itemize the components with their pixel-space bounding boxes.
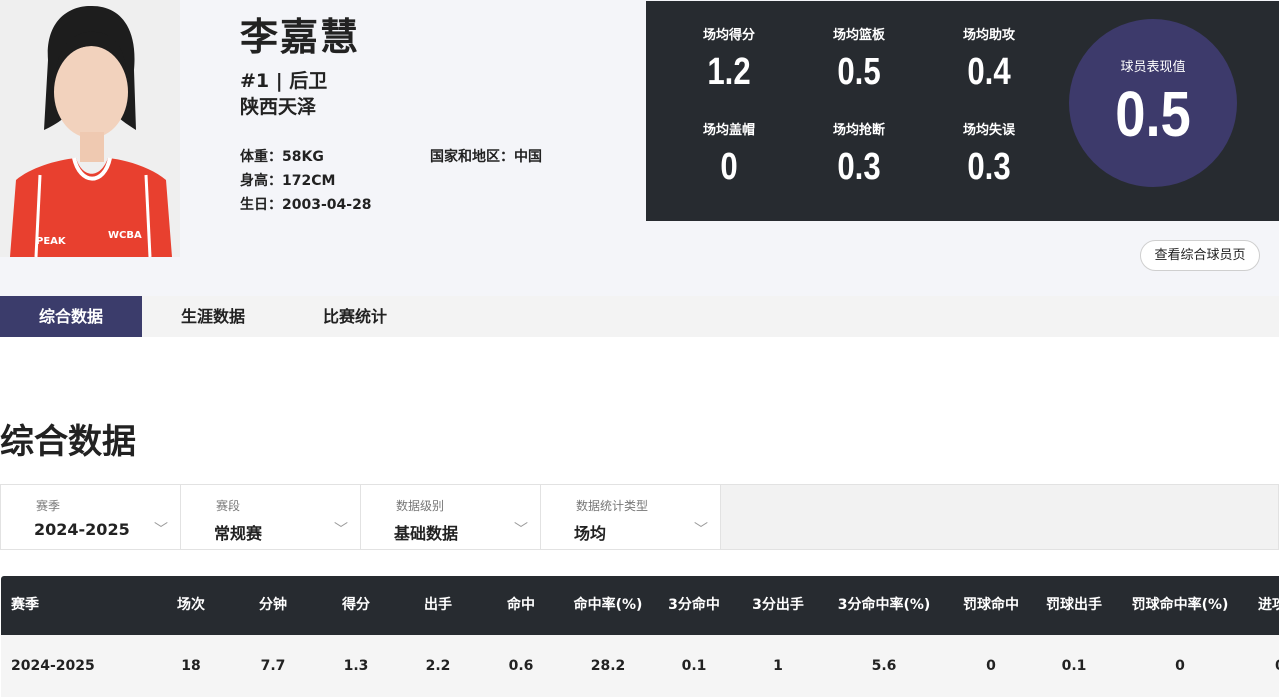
section-title: 综合数据: [0, 422, 136, 462]
filter-label: 赛季: [36, 499, 61, 513]
chevron-down-icon: ﹀: [334, 522, 348, 538]
performance-label: 球员表现值: [1120, 60, 1186, 75]
filter-label: 数据级别: [396, 499, 445, 513]
table-cell: 0.1: [1061, 658, 1087, 674]
player-photo: PEAK WCBA: [0, 0, 180, 257]
filter-label: 数据统计类型: [576, 499, 649, 513]
col-header: 3分命中: [668, 597, 720, 613]
filter-value: 常规赛: [214, 524, 263, 543]
col-header: 赛季: [11, 597, 39, 613]
player-number-position: #1 | 后卫: [240, 70, 328, 92]
table-cell: 1.3: [343, 658, 369, 674]
table-cell: 18: [181, 658, 201, 674]
col-header: 场次: [177, 597, 205, 613]
stat-label: 场均篮板: [832, 28, 885, 43]
stat-label: 场均得分: [702, 28, 755, 43]
performance-value: 0.5: [1115, 78, 1191, 150]
player-birthday: 生日：2003-04-28: [240, 197, 372, 213]
col-header: 命中率(%): [573, 597, 643, 613]
table-cell: 2.2: [425, 658, 451, 674]
filter-label: 赛段: [216, 499, 241, 513]
col-header: 3分命中率(%): [837, 597, 931, 613]
svg-text:WCBA: WCBA: [108, 230, 142, 241]
player-weight: 体重：58KG: [240, 149, 324, 165]
stat-label: 场均抢断: [832, 123, 885, 138]
view-player-profile-button[interactable]: 查看综合球员页: [1140, 240, 1260, 271]
table-header: 赛季 场次 分钟 得分 出手 命中 命中率(%) 3分命中 3分出手 3分命中率…: [1, 576, 1279, 635]
col-header: 出手: [424, 597, 452, 613]
chevron-down-icon: ﹀: [154, 522, 168, 538]
table-cell: 0.6: [508, 658, 534, 674]
col-header: 罚球命中率(%): [1131, 597, 1229, 613]
col-header: 分钟: [259, 597, 287, 613]
tab-bar: 综合数据 生涯数据 比赛统计: [0, 296, 1279, 337]
stat-label: 场均盖帽: [702, 123, 755, 138]
player-height: 身高：172CM: [240, 173, 336, 189]
stat-turnovers: 场均失误 0.3: [924, 119, 1054, 189]
col-header: 3分出手: [752, 597, 804, 613]
col-header: 得分: [342, 597, 370, 613]
season-select[interactable]: 赛季 2024-2025 ﹀: [1, 485, 181, 549]
table-cell: 0: [986, 658, 996, 674]
table-row: 2024-2025 18 7.7 1.3 2.2 0.6 28.2 0.1 1 …: [1, 635, 1279, 697]
stat-value: 0.3: [967, 146, 1011, 188]
chevron-down-icon: ﹀: [514, 522, 528, 538]
stat-rebounds: 场均篮板 0.5: [794, 24, 924, 94]
table-cell: 5.6: [871, 658, 897, 674]
filter-bar: 赛季 2024-2025 ﹀ 赛段 常规赛 ﹀ 数据级别 基础数据 ﹀ 数据统计…: [0, 484, 1279, 550]
col-header: 进攻: [1258, 597, 1279, 613]
stat-value: 1.2: [707, 51, 751, 93]
table-cell: 28.2: [590, 658, 626, 674]
table-cell: 7.7: [260, 658, 286, 674]
stat-label: 场均失误: [962, 123, 1015, 138]
player-header: PEAK WCBA 李嘉慧 #1 | 后卫 陕西天泽 体重：58KG 国家和地区…: [0, 0, 1279, 296]
tab-overview[interactable]: 综合数据: [0, 296, 142, 337]
data-level-select[interactable]: 数据级别 基础数据 ﹀: [361, 485, 541, 549]
stat-steals: 场均抢断 0.3: [794, 119, 924, 189]
filter-value: 基础数据: [394, 524, 459, 543]
stat-assists: 场均助攻 0.4: [924, 24, 1054, 94]
tab-career[interactable]: 生涯数据: [142, 296, 284, 337]
stat-value: 0.3: [837, 146, 881, 188]
col-header: 命中: [507, 597, 535, 613]
chevron-down-icon: ﹀: [694, 522, 708, 538]
stat-label: 场均助攻: [962, 28, 1015, 43]
filter-value: 场均: [574, 524, 607, 543]
col-header: 罚球命中: [963, 597, 1019, 613]
table-cell: 0: [1275, 635, 1279, 697]
stat-value: 0.4: [967, 51, 1011, 93]
filter-value: 2024-2025: [34, 520, 130, 539]
tab-game-stats[interactable]: 比赛统计: [284, 296, 426, 337]
table-cell: 0.1: [681, 658, 707, 674]
table-cell: 2024-2025: [11, 658, 95, 674]
stat-type-select[interactable]: 数据统计类型 场均 ﹀: [541, 485, 721, 549]
stat-points: 场均得分 1.2: [664, 24, 794, 94]
table-cell: 1: [773, 658, 783, 674]
player-name: 李嘉慧: [240, 15, 361, 59]
performance-score-circle: 球员表现值 0.5: [1069, 19, 1237, 187]
table-cell: 0: [1175, 658, 1185, 674]
stage-select[interactable]: 赛段 常规赛 ﹀: [181, 485, 361, 549]
player-team: 陕西天泽: [240, 96, 317, 118]
col-header: 罚球出手: [1046, 597, 1102, 613]
player-nationality: 国家和地区：中国: [430, 149, 542, 165]
stat-blocks: 场均盖帽 0: [664, 119, 794, 189]
stat-value: 0: [720, 146, 738, 188]
svg-text:PEAK: PEAK: [36, 236, 67, 247]
stat-value: 0.5: [837, 51, 881, 93]
